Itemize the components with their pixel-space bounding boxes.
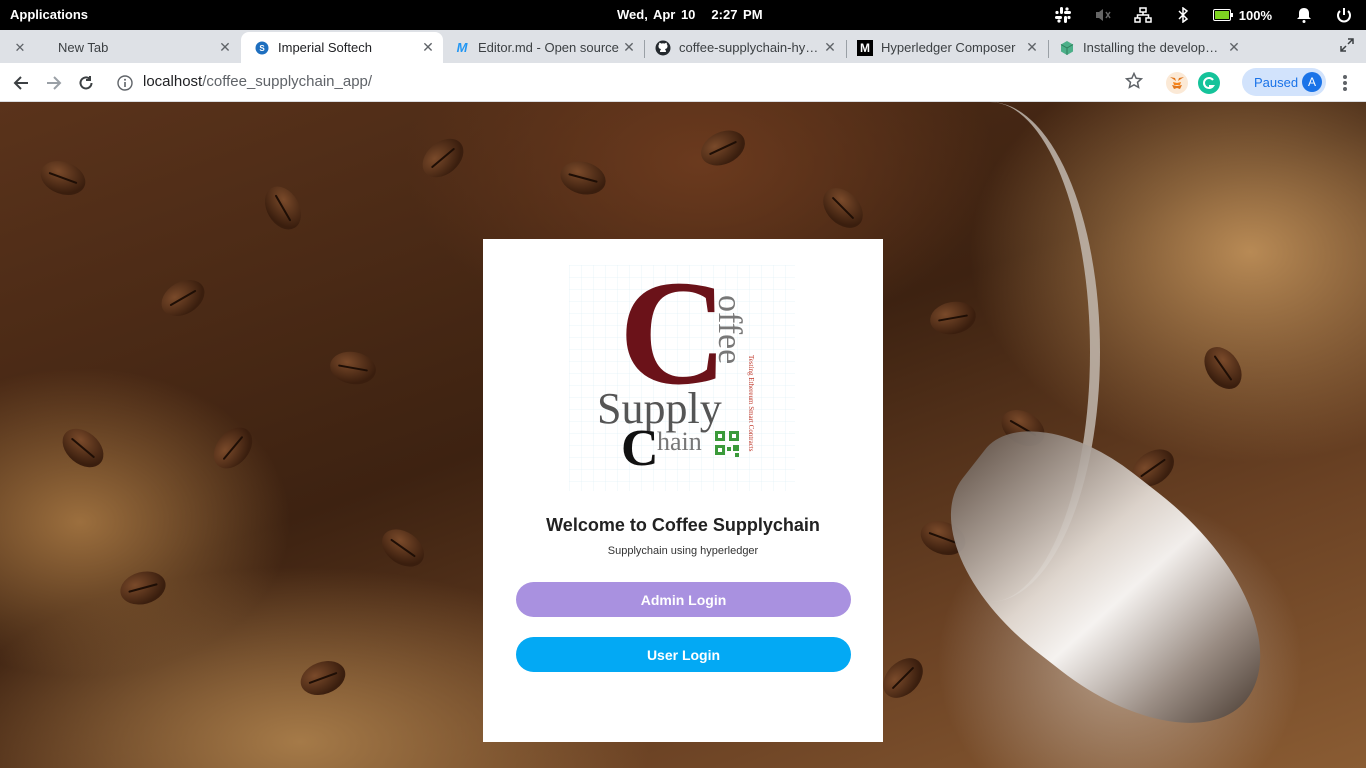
coffee-bean — [205, 420, 261, 476]
reload-icon — [79, 76, 93, 90]
admin-login-button[interactable]: Admin Login — [516, 582, 851, 617]
back-arrow-icon — [13, 76, 28, 90]
clock[interactable]: Wed, Apr 10 2:27 PM — [617, 7, 763, 22]
editor-md-favicon: M — [456, 40, 468, 55]
clock-date: Wed, Apr 10 — [617, 7, 696, 22]
browser-tab-strip: ✕ New Tab ✕ S Imperial Softech ✕ M Edito… — [0, 30, 1366, 87]
tab-editor-md[interactable]: M Editor.md - Open source ✕ — [444, 32, 644, 63]
user-login-button[interactable]: User Login — [516, 637, 851, 672]
back-button[interactable] — [10, 72, 32, 94]
browser-menu-icon[interactable] — [1336, 73, 1354, 93]
profile-status: Paused — [1254, 74, 1299, 90]
login-card: C offee Testing Ethereum Smart Contracts… — [483, 239, 883, 742]
svg-text:hain: hain — [657, 427, 702, 456]
coffee-bean — [815, 180, 871, 236]
profile-button[interactable]: Paused A — [1242, 68, 1326, 96]
coffee-bean — [327, 348, 379, 388]
battery-percent: 100% — [1238, 7, 1272, 23]
address-bar[interactable]: localhost/coffee_supplychain_app/ — [143, 73, 372, 90]
browser-toolbar: localhost/coffee_supplychain_app/ Paused… — [0, 63, 1366, 102]
reload-button[interactable] — [75, 72, 97, 94]
window-restore-icon[interactable] — [1340, 38, 1354, 57]
system-tray: 100% — [1053, 0, 1366, 30]
battery-indicator[interactable]: 100% — [1212, 7, 1272, 23]
network-icon[interactable] — [1133, 5, 1153, 25]
tab-imperial-softech[interactable]: S Imperial Softech ✕ — [241, 32, 443, 63]
svg-text:Supply: Supply — [597, 384, 722, 433]
coffee-bean — [415, 130, 471, 186]
medium-icon: M — [857, 39, 873, 56]
volume-muted-icon[interactable] — [1093, 5, 1113, 25]
site-info-icon[interactable] — [117, 75, 133, 96]
close-tab-icon[interactable]: ✕ — [1227, 40, 1241, 54]
coffee-bean — [295, 655, 351, 701]
page-background: C offee Testing Ethereum Smart Contracts… — [0, 102, 1366, 768]
coffee-bean — [155, 272, 211, 324]
coffee-bean — [556, 156, 610, 200]
coffee-supplychain-logo: C offee Testing Ethereum Smart Contracts… — [569, 265, 795, 491]
url-path: /coffee_supplychain_app/ — [202, 73, 373, 90]
tab-installing[interactable]: Installing the developme ✕ — [1049, 32, 1249, 63]
metamask-extension-icon[interactable] — [1166, 72, 1188, 94]
system-top-bar: Applications Wed, Apr 10 2:27 PM 100% — [0, 0, 1366, 30]
notifications-bell-icon[interactable] — [1294, 5, 1314, 25]
grammarly-extension-icon[interactable] — [1198, 72, 1220, 94]
tab-new-tab[interactable]: ✕ New Tab ✕ — [0, 32, 240, 63]
tab-title: coffee-supplychain-hype — [679, 40, 819, 55]
svg-text:C: C — [621, 420, 659, 477]
close-tab-icon[interactable]: ✕ — [218, 40, 232, 54]
close-tab-icon[interactable]: ✕ — [823, 40, 837, 54]
tab-title: New Tab — [58, 40, 109, 55]
forward-button[interactable] — [43, 72, 65, 94]
clock-time: 2:27 PM — [711, 7, 763, 22]
coffee-bean — [116, 566, 170, 610]
svg-text:S: S — [259, 44, 265, 53]
tab-title: Imperial Softech — [278, 40, 372, 55]
imperial-favicon: S — [254, 40, 270, 56]
cube-icon — [1059, 40, 1075, 56]
battery-icon — [1212, 9, 1233, 21]
tab-title: Editor.md - Open source — [478, 40, 619, 55]
applications-menu[interactable]: Applications — [10, 7, 88, 22]
close-tab-icon[interactable]: ✕ — [421, 40, 435, 54]
url-host: localhost — [143, 73, 203, 90]
tab-github[interactable]: coffee-supplychain-hype ✕ — [645, 32, 845, 63]
coffee-bean — [695, 123, 751, 173]
coffee-bean — [1196, 339, 1250, 397]
coffee-bean — [374, 521, 432, 575]
close-tab-icon[interactable]: ✕ — [622, 40, 636, 54]
power-icon[interactable] — [1334, 5, 1354, 25]
bluetooth-icon[interactable] — [1173, 5, 1193, 25]
coffee-bean — [875, 650, 931, 706]
coffee-bean — [257, 180, 309, 236]
avatar: A — [1302, 72, 1322, 92]
forward-arrow-icon — [47, 76, 62, 90]
bookmark-star-icon[interactable] — [1124, 71, 1144, 95]
svg-text:Testing Ethereum Smart Contrac: Testing Ethereum Smart Contracts — [747, 355, 755, 452]
tab-hyperledger-composer[interactable]: M Hyperledger Composer ✕ — [847, 32, 1047, 63]
slack-icon[interactable] — [1053, 5, 1073, 25]
page-title: Welcome to Coffee Supplychain — [546, 515, 820, 535]
github-icon — [655, 40, 671, 56]
coffee-bean — [35, 155, 91, 201]
coffee-bean — [55, 420, 111, 476]
tab-title: Hyperledger Composer — [881, 40, 1016, 55]
tab-title: Installing the developme — [1083, 40, 1221, 55]
close-tab-icon[interactable]: ✕ — [1025, 40, 1039, 54]
svg-text:offee: offee — [711, 295, 748, 364]
page-subtitle: Supplychain using hyperledger — [607, 545, 759, 557]
close-icon[interactable]: ✕ — [12, 40, 28, 56]
